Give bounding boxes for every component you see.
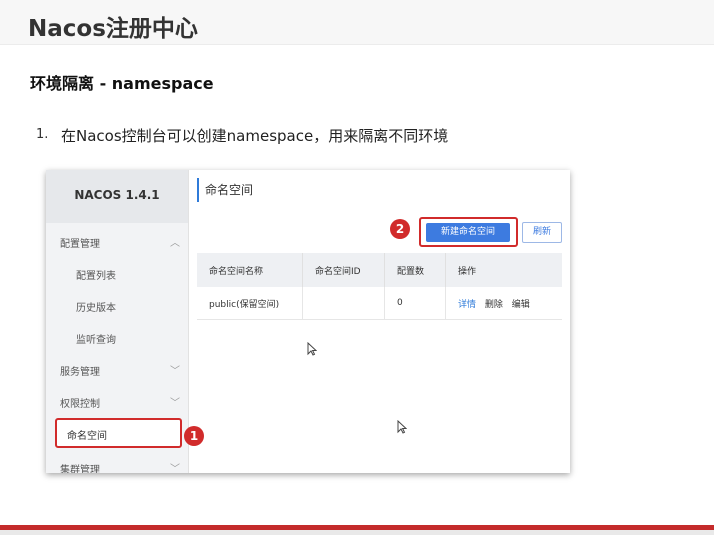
column-header: 配置数	[384, 253, 446, 287]
mouse-cursor-icon	[307, 341, 318, 359]
table-row: public(保留空间) 0 详情 删除 编辑	[197, 287, 562, 320]
chevron-up-icon: ︿	[170, 238, 180, 249]
sidebar-item-label: 服务管理	[60, 367, 100, 378]
sidebar: NACOS 1.4.1 配置管理 ︿ 配置列表 历史版本 监听查询 服务管理 ﹀…	[46, 170, 189, 473]
detail-link[interactable]: 详情	[458, 300, 476, 310]
sidebar-item-listener-query[interactable]: 监听查询	[46, 322, 188, 352]
sidebar-item-config-list[interactable]: 配置列表	[46, 258, 188, 288]
sidebar-item-label: 权限控制	[60, 399, 100, 410]
edit-link[interactable]: 编辑	[512, 300, 530, 310]
mouse-cursor-icon	[397, 419, 408, 437]
sidebar-item-label: 监听查询	[76, 335, 116, 346]
logo-area: NACOS 1.4.1	[46, 170, 188, 223]
sidebar-item-config-management[interactable]: 配置管理 ︿	[46, 226, 188, 256]
namespace-id-cell	[302, 287, 385, 320]
delete-link[interactable]: 删除	[485, 300, 503, 310]
new-namespace-button[interactable]: 新建命名空间	[426, 223, 510, 242]
sidebar-item-history[interactable]: 历史版本	[46, 290, 188, 320]
column-header: 命名空间ID	[302, 253, 385, 287]
title-bar: Nacos注册中心	[0, 0, 714, 45]
namespace-name-cell: public(保留空间)	[197, 287, 303, 320]
step-text: 在Nacos控制台可以创建namespace，用来隔离不同环境	[61, 127, 449, 145]
column-header: 命名空间名称	[197, 253, 303, 287]
table-header-row: 命名空间名称 命名空间ID 配置数 操作	[197, 253, 562, 287]
sidebar-item-label: 历史版本	[76, 303, 116, 314]
chevron-down-icon: ﹀	[170, 398, 180, 409]
operations-cell: 详情 删除 编辑	[445, 287, 562, 320]
sidebar-item-namespace[interactable]: 命名空间	[55, 418, 182, 448]
highlight-frame: 新建命名空间	[419, 217, 518, 247]
sidebar-item-label: 命名空间	[67, 431, 107, 442]
config-count-cell: 0	[384, 287, 446, 320]
nacos-console-screenshot: NACOS 1.4.1 配置管理 ︿ 配置列表 历史版本 监听查询 服务管理 ﹀…	[46, 170, 570, 473]
sidebar-item-access-control[interactable]: 权限控制 ﹀	[46, 386, 188, 416]
footer-shadow	[0, 530, 714, 535]
sidebar-item-label: 集群管理	[60, 465, 100, 473]
sidebar-item-label: 配置管理	[60, 239, 100, 250]
annotation-badge-2: 2	[390, 219, 410, 239]
column-header: 操作	[445, 253, 562, 287]
chevron-down-icon: ﹀	[170, 366, 180, 377]
section-heading: 环境隔离 - namespace	[30, 74, 214, 93]
sidebar-item-cluster-management[interactable]: 集群管理 ﹀	[46, 452, 188, 473]
sidebar-item-label: 配置列表	[76, 271, 116, 282]
slide-title: Nacos注册中心	[28, 16, 198, 42]
main-content: 命名空间 2 新建命名空间 刷新 命名空间名称 命名空间ID 配置数 操作 pu…	[189, 170, 570, 473]
namespace-table: 命名空间名称 命名空间ID 配置数 操作 public(保留空间) 0 详情 删…	[197, 253, 562, 320]
nacos-logo: NACOS 1.4.1	[74, 188, 160, 202]
page-title: 命名空间	[205, 183, 254, 197]
refresh-button[interactable]: 刷新	[522, 222, 562, 243]
chevron-down-icon: ﹀	[170, 464, 180, 473]
step-number: 1.	[36, 127, 49, 142]
page-title-wrap: 命名空间	[197, 178, 253, 202]
sidebar-item-service-management[interactable]: 服务管理 ﹀	[46, 354, 188, 384]
